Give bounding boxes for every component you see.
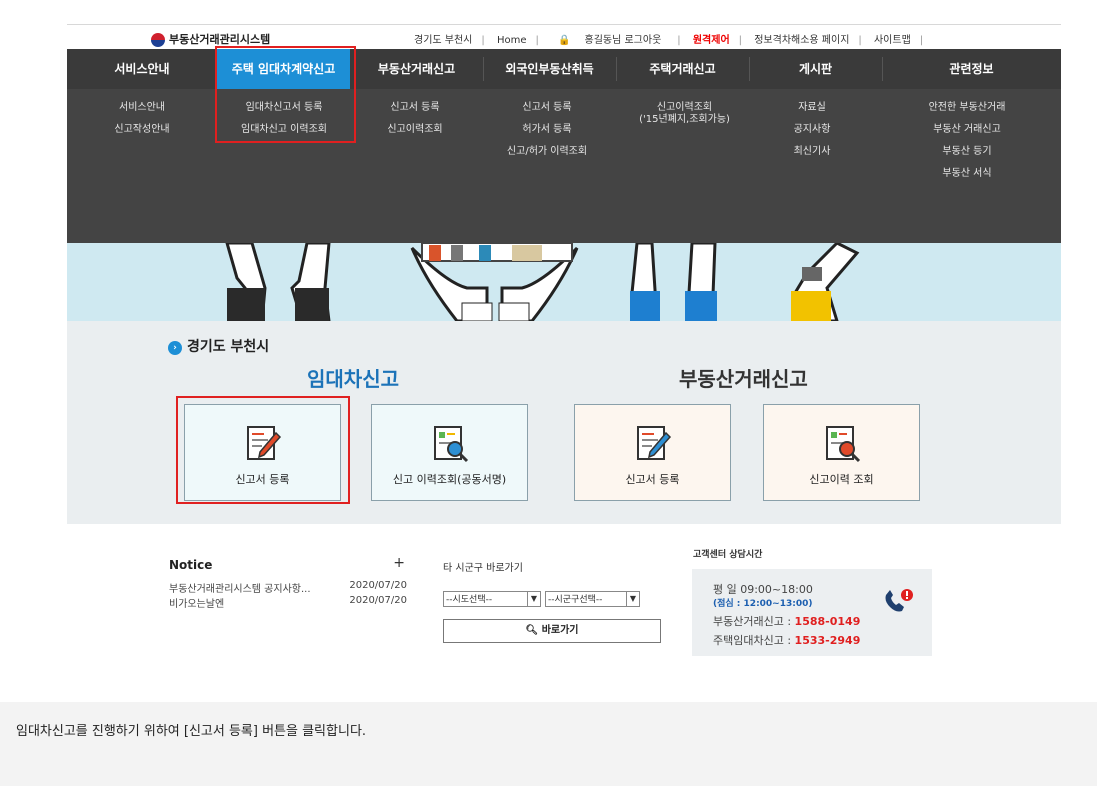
cs-box: 평 일 09:00~18:00 (점심 : 12:00~13:00) 부동산거래… bbox=[692, 569, 932, 656]
submenu-item[interactable]: 부동산 거래신고 bbox=[892, 119, 1042, 141]
cs-lease-phone: 1533-2949 bbox=[794, 634, 861, 647]
submenu-item[interactable]: 자료실 bbox=[767, 97, 857, 119]
go-button[interactable]: 🔍︎ 바로가기 bbox=[443, 619, 661, 643]
sigungu-select[interactable]: --시군구선택-- ▼ bbox=[545, 591, 640, 607]
cs-lease-label: 주택임대차신고 : bbox=[713, 634, 792, 647]
nav-housing-trade[interactable]: 주택거래신고 bbox=[616, 49, 749, 89]
region-title: › 경기도 부천시 bbox=[168, 336, 269, 356]
region-label: 경기도 부천시 bbox=[187, 339, 270, 355]
submenu-item[interactable]: 공지사항 bbox=[767, 119, 857, 141]
logout-link[interactable]: 🔒 홍길동님 로그아웃 bbox=[551, 35, 668, 46]
submenu-board: 자료실 공지사항 최신기사 bbox=[767, 97, 857, 163]
plus-icon[interactable]: + bbox=[393, 555, 405, 571]
submenu-housing-trade: 신고이력조회 ('15년폐지,조회가능) bbox=[622, 97, 747, 126]
hero-banner bbox=[67, 243, 1061, 321]
search-icon: 🔍︎ bbox=[525, 625, 539, 636]
taegeuk-icon bbox=[151, 33, 165, 47]
go-label: 바로가기 bbox=[541, 625, 579, 636]
notice-text: 부동산거래관리시스템 공지사항... bbox=[169, 584, 311, 595]
trade-heading: 부동산거래신고 bbox=[679, 367, 808, 391]
logo-text: 부동산거래관리시스템 bbox=[169, 33, 271, 46]
instruction-bar: 임대차신고를 진행하기 위하여 [신고서 등록] 버튼을 클릭합니다. bbox=[0, 702, 1097, 786]
cs-weekday: 평 일 09:00~18:00 bbox=[713, 583, 813, 596]
sido-select[interactable]: --시도선택-- ▼ bbox=[443, 591, 541, 607]
document-search-icon bbox=[826, 426, 861, 463]
remote-control-link[interactable]: 원격제어 bbox=[693, 35, 730, 46]
notice-title: Notice bbox=[169, 558, 213, 572]
nav-service[interactable]: 서비스안내 bbox=[67, 49, 217, 89]
submenu-item[interactable]: 안전한 부동산거래 bbox=[892, 97, 1042, 119]
site-frame: 부동산거래관리시스템 경기도 부천시 | Home | 🔒 홍길동님 로그아웃 | 원격… bbox=[67, 24, 1061, 524]
cs-trade-label: 부동산거래신고 : bbox=[713, 615, 792, 628]
notice-date: 2020/07/20 bbox=[349, 580, 407, 591]
cs-title: 고객센터 상담시간 bbox=[693, 550, 763, 560]
notice-panel: Notice + 부동산거래관리시스템 공지사항... 2020/07/20 비… bbox=[169, 555, 407, 610]
submenu-item[interactable]: 신고서 등록 bbox=[357, 97, 473, 119]
nav-foreign[interactable]: 외국인부동산취득 bbox=[483, 49, 616, 89]
logout-label: 홍길동님 로그아웃 bbox=[584, 35, 662, 46]
document-pencil-icon bbox=[637, 426, 672, 460]
nav-trade[interactable]: 부동산거래신고 bbox=[350, 49, 483, 89]
nav-highlight-box bbox=[215, 46, 356, 143]
site-logo[interactable]: 부동산거래관리시스템 bbox=[151, 31, 270, 47]
chevron-down-icon: ▼ bbox=[527, 592, 540, 606]
sido-value: --시도선택-- bbox=[446, 595, 493, 605]
notice-date: 2020/07/20 bbox=[349, 595, 407, 606]
submenu-item[interactable]: 신고이력조회 bbox=[622, 102, 747, 114]
card-label: 신고서 등록 bbox=[625, 473, 680, 486]
notice-item[interactable]: 비가오는날엔 2020/07/20 bbox=[169, 595, 407, 610]
document-search-icon bbox=[434, 426, 469, 463]
card-highlight-box bbox=[176, 396, 350, 504]
card-label: 신고이력 조회 bbox=[809, 473, 874, 486]
hands-illustration bbox=[225, 243, 860, 321]
submenu-item[interactable]: 최신기사 bbox=[767, 141, 857, 163]
nav-related[interactable]: 관련정보 bbox=[882, 49, 1061, 89]
submenu-foreign: 신고서 등록 허가서 등록 신고/허가 이력조회 bbox=[487, 97, 607, 163]
cs-trade: 부동산거래신고 : 1588-0149 bbox=[713, 613, 860, 629]
accessibility-link[interactable]: 정보격차해소용 페이지 bbox=[754, 35, 849, 46]
home-link[interactable]: Home bbox=[497, 35, 527, 46]
submenu-service: 서비스안내 신고작성안내 bbox=[87, 97, 197, 141]
lease-heading: 임대차신고 bbox=[307, 367, 399, 391]
cs-lease: 주택임대차신고 : 1533-2949 bbox=[713, 632, 860, 648]
lease-history-button[interactable]: 신고 이력조회(공동서명) bbox=[371, 404, 528, 501]
instruction-text: 임대차신고를 진행하기 위하여 [신고서 등록] 버튼을 클릭합니다. bbox=[16, 724, 367, 739]
card-label: 신고 이력조회(공동서명) bbox=[392, 473, 507, 486]
submenu-item[interactable]: 신고/허가 이력조회 bbox=[487, 141, 607, 163]
notice-text: 비가오는날엔 bbox=[169, 599, 225, 610]
phone-icon bbox=[885, 589, 913, 612]
submenu-item[interactable]: 신고서 등록 bbox=[487, 97, 607, 119]
submenu-item[interactable]: 부동산 등기 bbox=[892, 141, 1042, 163]
quick-move-title: 타 시군구 바로가기 bbox=[443, 563, 523, 574]
trade-register-button[interactable]: 신고서 등록 bbox=[574, 404, 731, 501]
submenu-item[interactable]: 서비스안내 bbox=[87, 97, 197, 119]
top-links: 경기도 부천시 | Home | 🔒 홍길동님 로그아웃 | 원격제어 | 정보격차해소용… bbox=[414, 35, 924, 46]
submenu-note: ('15년폐지,조회가능) bbox=[639, 114, 730, 125]
cs-lunch: (점심 : 12:00~13:00) bbox=[713, 599, 813, 609]
lock-icon: 🔒 bbox=[558, 35, 571, 46]
region-link[interactable]: 경기도 부천시 bbox=[414, 35, 472, 46]
nav-board[interactable]: 게시판 bbox=[749, 49, 882, 89]
trade-history-button[interactable]: 신고이력 조회 bbox=[763, 404, 920, 501]
sitemap-link[interactable]: 사이트맵 bbox=[874, 35, 911, 46]
submenu-trade: 신고서 등록 신고이력조회 bbox=[357, 97, 473, 141]
notice-item[interactable]: 부동산거래관리시스템 공지사항... 2020/07/20 bbox=[169, 580, 407, 595]
submenu-item[interactable]: 신고이력조회 bbox=[357, 119, 473, 141]
submenu-item[interactable]: 허가서 등록 bbox=[487, 119, 607, 141]
cs-trade-phone: 1588-0149 bbox=[794, 615, 861, 628]
quick-services: › 경기도 부천시 임대차신고 부동산거래신고 신고서 등록 신고 이력조회(공… bbox=[67, 321, 1061, 524]
sigungu-value: --시군구선택-- bbox=[548, 595, 603, 605]
submenu-related: 안전한 부동산거래 부동산 거래신고 부동산 등기 부동산 서식 bbox=[892, 97, 1042, 185]
chevron-right-icon: › bbox=[168, 341, 182, 355]
submenu-item[interactable]: 신고작성안내 bbox=[87, 119, 197, 141]
chevron-down-icon: ▼ bbox=[626, 592, 639, 606]
submenu-item[interactable]: 부동산 서식 bbox=[892, 163, 1042, 185]
